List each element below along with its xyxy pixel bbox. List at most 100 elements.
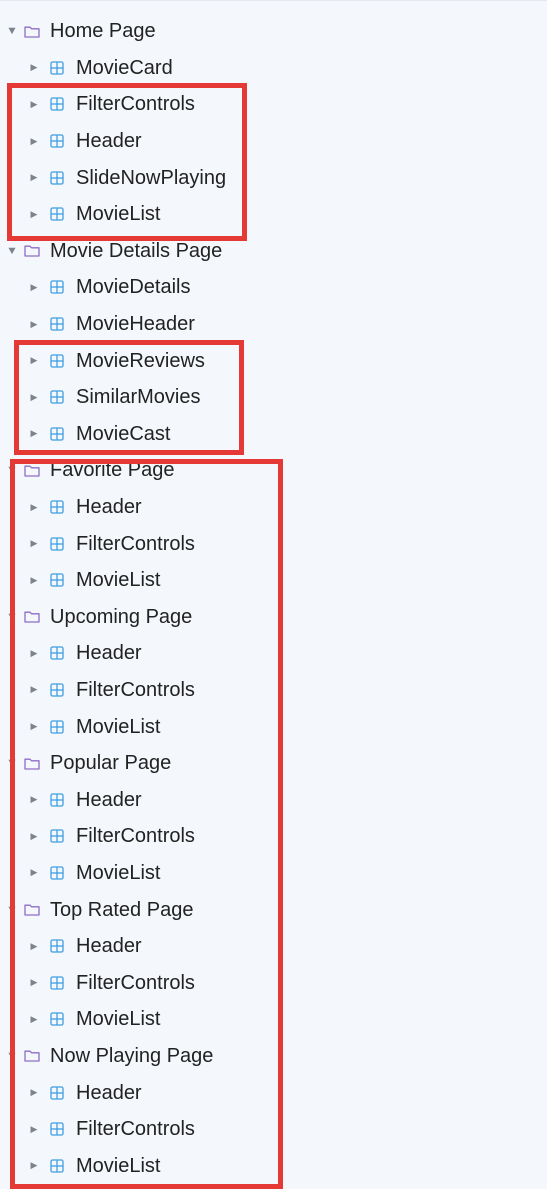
tree-component-item[interactable]: ▶ FilterControls bbox=[0, 525, 547, 562]
component-grid-icon bbox=[46, 645, 68, 661]
tree-component-item[interactable]: ▶ MovieList bbox=[0, 708, 547, 745]
folder-icon bbox=[22, 23, 42, 39]
caret-right-icon[interactable]: ▶ bbox=[28, 428, 40, 440]
tree-component-item[interactable]: ▶ MovieList bbox=[0, 562, 547, 599]
caret-right-icon[interactable]: ▶ bbox=[28, 830, 40, 842]
folder-icon bbox=[22, 902, 42, 918]
component-grid-icon bbox=[46, 96, 68, 112]
caret-down-icon[interactable]: ▼ bbox=[5, 904, 18, 916]
caret-right-icon[interactable]: ▶ bbox=[28, 172, 40, 184]
tree-component-item[interactable]: ▶ Header bbox=[0, 635, 547, 672]
caret-right-icon[interactable]: ▶ bbox=[28, 647, 40, 659]
folder-icon bbox=[22, 755, 42, 771]
caret-right-icon[interactable]: ▶ bbox=[28, 391, 40, 403]
component-grid-icon bbox=[46, 316, 68, 332]
caret-right-icon[interactable]: ▶ bbox=[28, 1160, 40, 1172]
caret-right-icon[interactable]: ▶ bbox=[28, 574, 40, 586]
component-tree: ▼ Home Page ▶ MovieCard ▶ FilterControls ▶ Head… bbox=[0, 13, 547, 1184]
component-grid-icon bbox=[46, 719, 68, 735]
component-label: MovieList bbox=[76, 1008, 161, 1031]
caret-right-icon[interactable]: ▶ bbox=[28, 977, 40, 989]
tree-page-home-page[interactable]: ▼ Home Page bbox=[0, 13, 547, 50]
tree-component-item[interactable]: ▶ Header bbox=[0, 928, 547, 965]
tree-component-item[interactable]: ▶ MovieHeader bbox=[0, 306, 547, 343]
page-label: Top Rated Page bbox=[50, 898, 194, 921]
caret-right-icon[interactable]: ▶ bbox=[28, 62, 40, 74]
caret-right-icon[interactable]: ▶ bbox=[28, 721, 40, 733]
component-label: Header bbox=[76, 1081, 142, 1104]
caret-right-icon[interactable]: ▶ bbox=[28, 684, 40, 696]
component-grid-icon bbox=[46, 1158, 68, 1174]
component-grid-icon bbox=[46, 865, 68, 881]
component-grid-icon bbox=[46, 426, 68, 442]
component-grid-icon bbox=[46, 170, 68, 186]
component-label: Header bbox=[76, 642, 142, 665]
caret-right-icon[interactable]: ▶ bbox=[28, 281, 40, 293]
component-label: FilterControls bbox=[76, 1118, 195, 1141]
page-label: Home Page bbox=[50, 20, 156, 43]
tree-component-item[interactable]: ▶ FilterControls bbox=[0, 1111, 547, 1148]
component-label: Header bbox=[76, 788, 142, 811]
caret-down-icon[interactable]: ▼ bbox=[5, 464, 18, 476]
tree-component-item[interactable]: ▶ Header bbox=[0, 489, 547, 526]
caret-right-icon[interactable]: ▶ bbox=[28, 794, 40, 806]
component-label: FilterControls bbox=[76, 93, 195, 116]
tree-component-item[interactable]: ▶ MovieList bbox=[0, 196, 547, 233]
component-grid-icon bbox=[46, 792, 68, 808]
component-label: Header bbox=[76, 935, 142, 958]
caret-right-icon[interactable]: ▶ bbox=[28, 1123, 40, 1135]
tree-component-item[interactable]: ▶ Header bbox=[0, 123, 547, 160]
tree-component-item[interactable]: ▶ Header bbox=[0, 781, 547, 818]
tree-page-favorite-page[interactable]: ▼ Favorite Page bbox=[0, 452, 547, 489]
tree-page-movie-details-page[interactable]: ▼ Movie Details Page bbox=[0, 233, 547, 270]
caret-right-icon[interactable]: ▶ bbox=[28, 538, 40, 550]
component-label: MovieDetails bbox=[76, 276, 191, 299]
component-grid-icon bbox=[46, 938, 68, 954]
tree-component-item[interactable]: ▶ FilterControls bbox=[0, 818, 547, 855]
caret-right-icon[interactable]: ▶ bbox=[28, 355, 40, 367]
tree-component-item[interactable]: ▶ MovieList bbox=[0, 1001, 547, 1038]
tree-component-item[interactable]: ▶ MovieList bbox=[0, 1147, 547, 1184]
tree-component-item[interactable]: ▶ SlideNowPlaying bbox=[0, 159, 547, 196]
caret-down-icon[interactable]: ▼ bbox=[5, 1050, 18, 1062]
tree-component-item[interactable]: ▶ MovieList bbox=[0, 855, 547, 892]
tree-component-item[interactable]: ▶ MovieCard bbox=[0, 50, 547, 87]
caret-right-icon[interactable]: ▶ bbox=[28, 501, 40, 513]
tree-page-popular-page[interactable]: ▼ Popular Page bbox=[0, 745, 547, 782]
component-grid-icon bbox=[46, 975, 68, 991]
caret-right-icon[interactable]: ▶ bbox=[28, 867, 40, 879]
caret-right-icon[interactable]: ▶ bbox=[28, 98, 40, 110]
component-label: MovieList bbox=[76, 203, 161, 226]
tree-component-item[interactable]: ▶ FilterControls bbox=[0, 672, 547, 709]
tree-component-item[interactable]: ▶ FilterControls bbox=[0, 964, 547, 1001]
component-label: Header bbox=[76, 496, 142, 519]
component-grid-icon bbox=[46, 60, 68, 76]
caret-down-icon[interactable]: ▼ bbox=[5, 611, 18, 623]
caret-right-icon[interactable]: ▶ bbox=[28, 1087, 40, 1099]
caret-right-icon[interactable]: ▶ bbox=[28, 135, 40, 147]
tree-component-item[interactable]: ▶ MovieCast bbox=[0, 416, 547, 453]
caret-right-icon[interactable]: ▶ bbox=[28, 208, 40, 220]
tree-component-item[interactable]: ▶ SimilarMovies bbox=[0, 379, 547, 416]
caret-right-icon[interactable]: ▶ bbox=[28, 940, 40, 952]
component-grid-icon bbox=[46, 828, 68, 844]
component-label: MovieCast bbox=[76, 422, 171, 445]
tree-component-item[interactable]: ▶ MovieDetails bbox=[0, 269, 547, 306]
tree-component-item[interactable]: ▶ Header bbox=[0, 1074, 547, 1111]
component-label: MovieReviews bbox=[76, 349, 205, 372]
tree-page-now-playing-page[interactable]: ▼ Now Playing Page bbox=[0, 1038, 547, 1075]
page-label: Now Playing Page bbox=[50, 1044, 214, 1067]
caret-right-icon[interactable]: ▶ bbox=[28, 318, 40, 330]
caret-down-icon[interactable]: ▼ bbox=[5, 757, 18, 769]
component-label: MovieList bbox=[76, 715, 161, 738]
caret-right-icon[interactable]: ▶ bbox=[28, 1013, 40, 1025]
component-grid-icon bbox=[46, 499, 68, 515]
tree-component-item[interactable]: ▶ MovieReviews bbox=[0, 342, 547, 379]
tree-page-upcoming-page[interactable]: ▼ Upcoming Page bbox=[0, 599, 547, 636]
tree-page-top-rated-page[interactable]: ▼ Top Rated Page bbox=[0, 891, 547, 928]
tree-component-item[interactable]: ▶ FilterControls bbox=[0, 86, 547, 123]
component-label: MovieHeader bbox=[76, 313, 195, 336]
caret-down-icon[interactable]: ▼ bbox=[5, 25, 18, 37]
component-label: FilterControls bbox=[76, 678, 195, 701]
caret-down-icon[interactable]: ▼ bbox=[5, 245, 18, 257]
